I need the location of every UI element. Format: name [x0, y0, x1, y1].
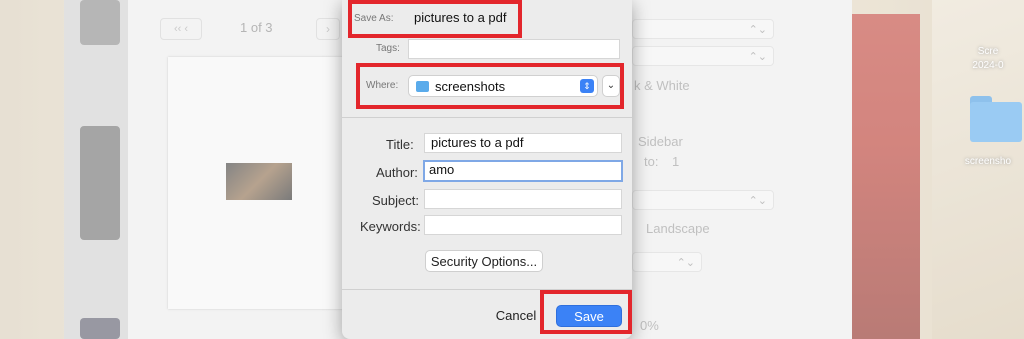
keywords-label: Keywords: [360, 219, 421, 234]
security-options-button[interactable]: Security Options... [425, 250, 543, 272]
author-input[interactable]: amo [423, 160, 623, 182]
keywords-input[interactable] [424, 215, 622, 235]
separator-top [342, 117, 632, 118]
save-highlight [540, 290, 632, 334]
author-label: Author: [376, 165, 418, 180]
tags-input[interactable] [408, 39, 620, 59]
title-label: Title: [386, 137, 414, 152]
cancel-button[interactable]: Cancel [486, 305, 546, 327]
where-highlight [356, 63, 624, 109]
subject-input[interactable] [424, 189, 622, 209]
save-as-highlight [348, 0, 522, 38]
title-input[interactable]: pictures to a pdf [424, 133, 622, 153]
tags-label: Tags: [376, 43, 400, 54]
subject-label: Subject: [372, 193, 419, 208]
